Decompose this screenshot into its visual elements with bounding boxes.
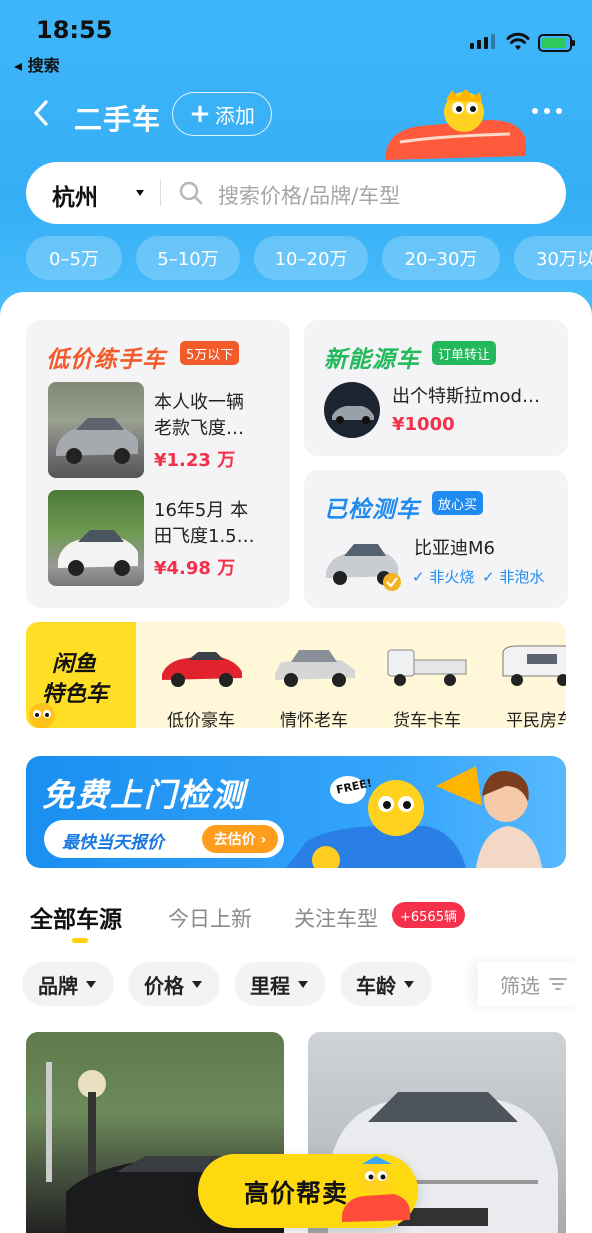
- mascot-icon: [29, 703, 55, 728]
- status-bar: 18:55 ◂ 搜索: [0, 0, 592, 80]
- new-energy-title: 新能源车: [324, 347, 420, 373]
- city-selector[interactable]: 杭州: [52, 178, 98, 212]
- banner-illustration: [286, 766, 542, 868]
- dropdown-icon: [86, 980, 96, 988]
- add-button-label: 添加: [214, 103, 255, 128]
- source-tabs: 全部车源 今日上新 关注车型 +6565辆: [30, 900, 570, 950]
- filter-mileage[interactable]: 里程: [234, 962, 326, 1006]
- tab-active-indicator: [72, 938, 88, 943]
- dropdown-icon: [404, 980, 414, 988]
- check-fire: ✓ 非火烧: [412, 568, 475, 586]
- cheap-cars-tag: 5万以下: [180, 341, 240, 365]
- filter-brand[interactable]: 品牌: [22, 962, 114, 1006]
- feature-label: 平民房车: [506, 711, 566, 728]
- feature-label: 货车卡车: [393, 711, 461, 728]
- signal-icon: [470, 34, 495, 49]
- search-icon: [179, 181, 203, 205]
- more-menu-button[interactable]: [532, 108, 562, 114]
- listing-price: ¥4.98 万: [154, 558, 236, 579]
- classic-car-icon: [275, 650, 355, 687]
- follow-count-badge: +6565辆: [392, 902, 465, 928]
- filter-bar: 品牌 价格 里程 车龄 筛选: [22, 962, 588, 1008]
- featured-cars-strip: 闲鱼 特色车 低价豪车 情怀老车 货车卡车 平民房车: [26, 622, 566, 728]
- add-button[interactable]: + 添加: [172, 92, 272, 136]
- status-time: 18:55: [36, 16, 113, 44]
- feature-truck[interactable]: 货车卡车: [372, 640, 482, 728]
- listing-title[interactable]: 出个特斯拉mod…: [392, 384, 562, 410]
- filter-price[interactable]: 价格: [128, 962, 220, 1006]
- city-dropdown-icon: [136, 190, 144, 196]
- new-energy-card[interactable]: 新能源车 订单转让 出个特斯拉mod… ¥1000: [304, 320, 568, 456]
- price-chip[interactable]: 20–30万: [382, 236, 500, 280]
- feature-luxury[interactable]: 低价豪车: [146, 640, 256, 728]
- mascot-car-icon: [342, 1156, 410, 1222]
- tab-today[interactable]: 今日上新: [168, 903, 252, 933]
- search-bar[interactable]: 杭州 搜索价格/品牌/车型: [26, 162, 566, 224]
- search-input[interactable]: 搜索价格/品牌/车型: [218, 180, 400, 210]
- sports-car-icon: [162, 652, 242, 687]
- wifi-icon: [506, 32, 530, 50]
- tab-follow[interactable]: 关注车型: [294, 903, 378, 933]
- rv-icon: [502, 645, 566, 686]
- truck-icon: [387, 649, 467, 686]
- feature-rv[interactable]: 平民房车: [485, 640, 566, 728]
- listing-thumbnail[interactable]: [48, 382, 144, 478]
- filter-age[interactable]: 车龄: [340, 962, 432, 1006]
- filter-screen-label: 筛选: [500, 973, 540, 998]
- check-flood: ✓ 非泡水: [482, 568, 545, 586]
- feature-classic[interactable]: 情怀老车: [259, 640, 369, 728]
- sell-button-label: 高价帮卖: [244, 1179, 349, 1208]
- banner-title: 免费上门检测: [42, 776, 247, 814]
- feature-label: 低价豪车: [167, 711, 235, 728]
- cheap-cars-title: 低价练手车: [46, 347, 166, 373]
- mascot-car-illustration: [386, 90, 526, 160]
- new-energy-tag: 订单转让: [432, 341, 497, 365]
- banner-pill: 最快当天报价 去估价 ›: [44, 820, 284, 858]
- inspected-tag: 放心买: [432, 491, 484, 515]
- search-divider: [160, 180, 161, 206]
- price-chip[interactable]: 10–20万: [254, 236, 368, 280]
- estimate-button[interactable]: 去估价 ›: [202, 825, 278, 853]
- inspected-title: 已检测车: [324, 497, 420, 523]
- listing-title[interactable]: 比亚迪M6: [414, 536, 495, 562]
- plus-icon: +: [189, 99, 211, 129]
- car-thumbnail-image: [56, 418, 138, 464]
- inspected-cars-card[interactable]: 已检测车 放心买 比亚迪M6 ✓ 非火烧 ✓ 非泡水: [304, 470, 568, 608]
- price-chip-row: 0–5万 5–10万 10–20万 20–30万 30万以上: [26, 236, 592, 280]
- battery-icon: [538, 34, 575, 52]
- sell-for-more-button[interactable]: 高价帮卖: [198, 1154, 418, 1228]
- filter-icon: [549, 978, 567, 990]
- back-icon[interactable]: [28, 98, 58, 128]
- filter-screen-button[interactable]: 筛选: [478, 962, 588, 1006]
- listing-price: ¥1000: [392, 414, 455, 435]
- back-to-search-link[interactable]: ◂ 搜索: [14, 52, 60, 76]
- listing-thumbnail[interactable]: [324, 382, 380, 438]
- listing-title[interactable]: 16年5月 本 田飞度1.5…: [154, 498, 282, 550]
- dropdown-icon: [192, 980, 202, 988]
- listing-price: ¥1.23 万: [154, 450, 236, 471]
- listing-thumbnail[interactable]: [48, 490, 144, 586]
- feature-label: 情怀老车: [280, 711, 348, 728]
- dropdown-icon: [298, 980, 308, 988]
- car-thumbnail-image: [58, 530, 138, 576]
- banner-subtitle: 最快当天报价: [62, 833, 164, 853]
- cheap-cars-card[interactable]: 低价练手车 5万以下 本人收一辆 老款飞度… ¥1.23 万 16年5月 本 田…: [26, 320, 290, 608]
- price-chip[interactable]: 0–5万: [26, 236, 122, 280]
- price-chip[interactable]: 5–10万: [136, 236, 240, 280]
- inspection-banner[interactable]: 免费上门检测 最快当天报价 去估价 › FREE!: [26, 756, 566, 868]
- car-thumbnail-image[interactable]: [322, 532, 402, 592]
- car-thumbnail-image: [332, 406, 374, 424]
- page-title: 二手车: [74, 103, 162, 136]
- tab-all[interactable]: 全部车源: [30, 900, 122, 934]
- featured-badge-line1: 闲鱼: [52, 652, 97, 677]
- price-chip[interactable]: 30万以上: [514, 236, 592, 280]
- listing-title[interactable]: 本人收一辆 老款飞度…: [154, 390, 282, 442]
- featured-badge: 闲鱼 特色车: [26, 622, 136, 728]
